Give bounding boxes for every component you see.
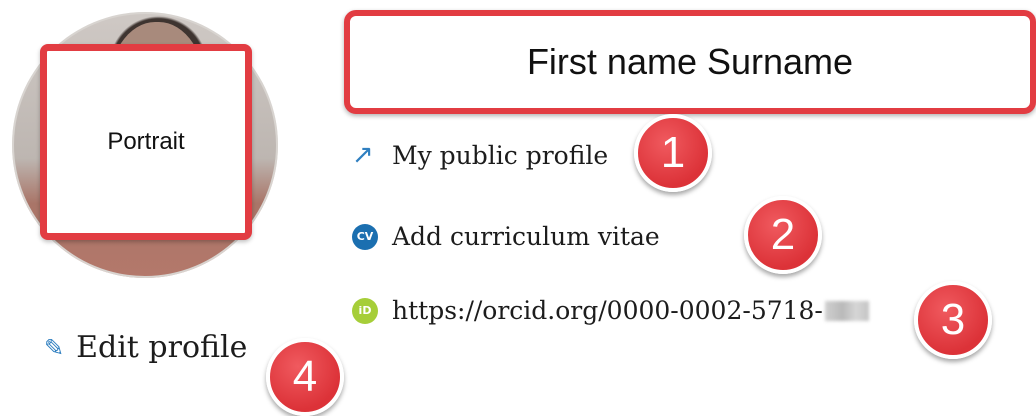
orcid-url: https://orcid.org/0000-0002-5718-: [392, 296, 823, 325]
redacted-orcid-suffix: [824, 300, 869, 321]
edit-profile-label: Edit profile: [76, 330, 248, 365]
callout-badge-4: 4: [266, 338, 344, 416]
external-link-arrow-icon: ↗: [352, 140, 374, 170]
callout-badge-2: 2: [744, 196, 822, 274]
public-profile-label: My public profile: [392, 140, 609, 170]
add-cv-link[interactable]: CV Add curriculum vitae: [352, 222, 660, 251]
add-cv-label: Add curriculum vitae: [392, 222, 660, 251]
pencil-icon: ✎: [44, 333, 65, 362]
public-profile-link[interactable]: ↗ My public profile: [352, 140, 608, 170]
portrait-label: Portrait: [107, 128, 185, 155]
callout-badge-3: 3: [914, 281, 992, 359]
profile-name-box: First name Surname: [344, 10, 1036, 114]
profile-name: First name Surname: [526, 41, 854, 82]
callout-badge-1: 1: [634, 114, 712, 192]
orcid-icon: iD: [352, 297, 378, 324]
orcid-link[interactable]: iD https://orcid.org/0000-0002-5718-: [352, 296, 869, 325]
cv-icon: CV: [352, 223, 378, 250]
edit-profile-button[interactable]: ✎ Edit profile: [44, 330, 247, 365]
portrait-placeholder: Portrait: [40, 44, 252, 240]
